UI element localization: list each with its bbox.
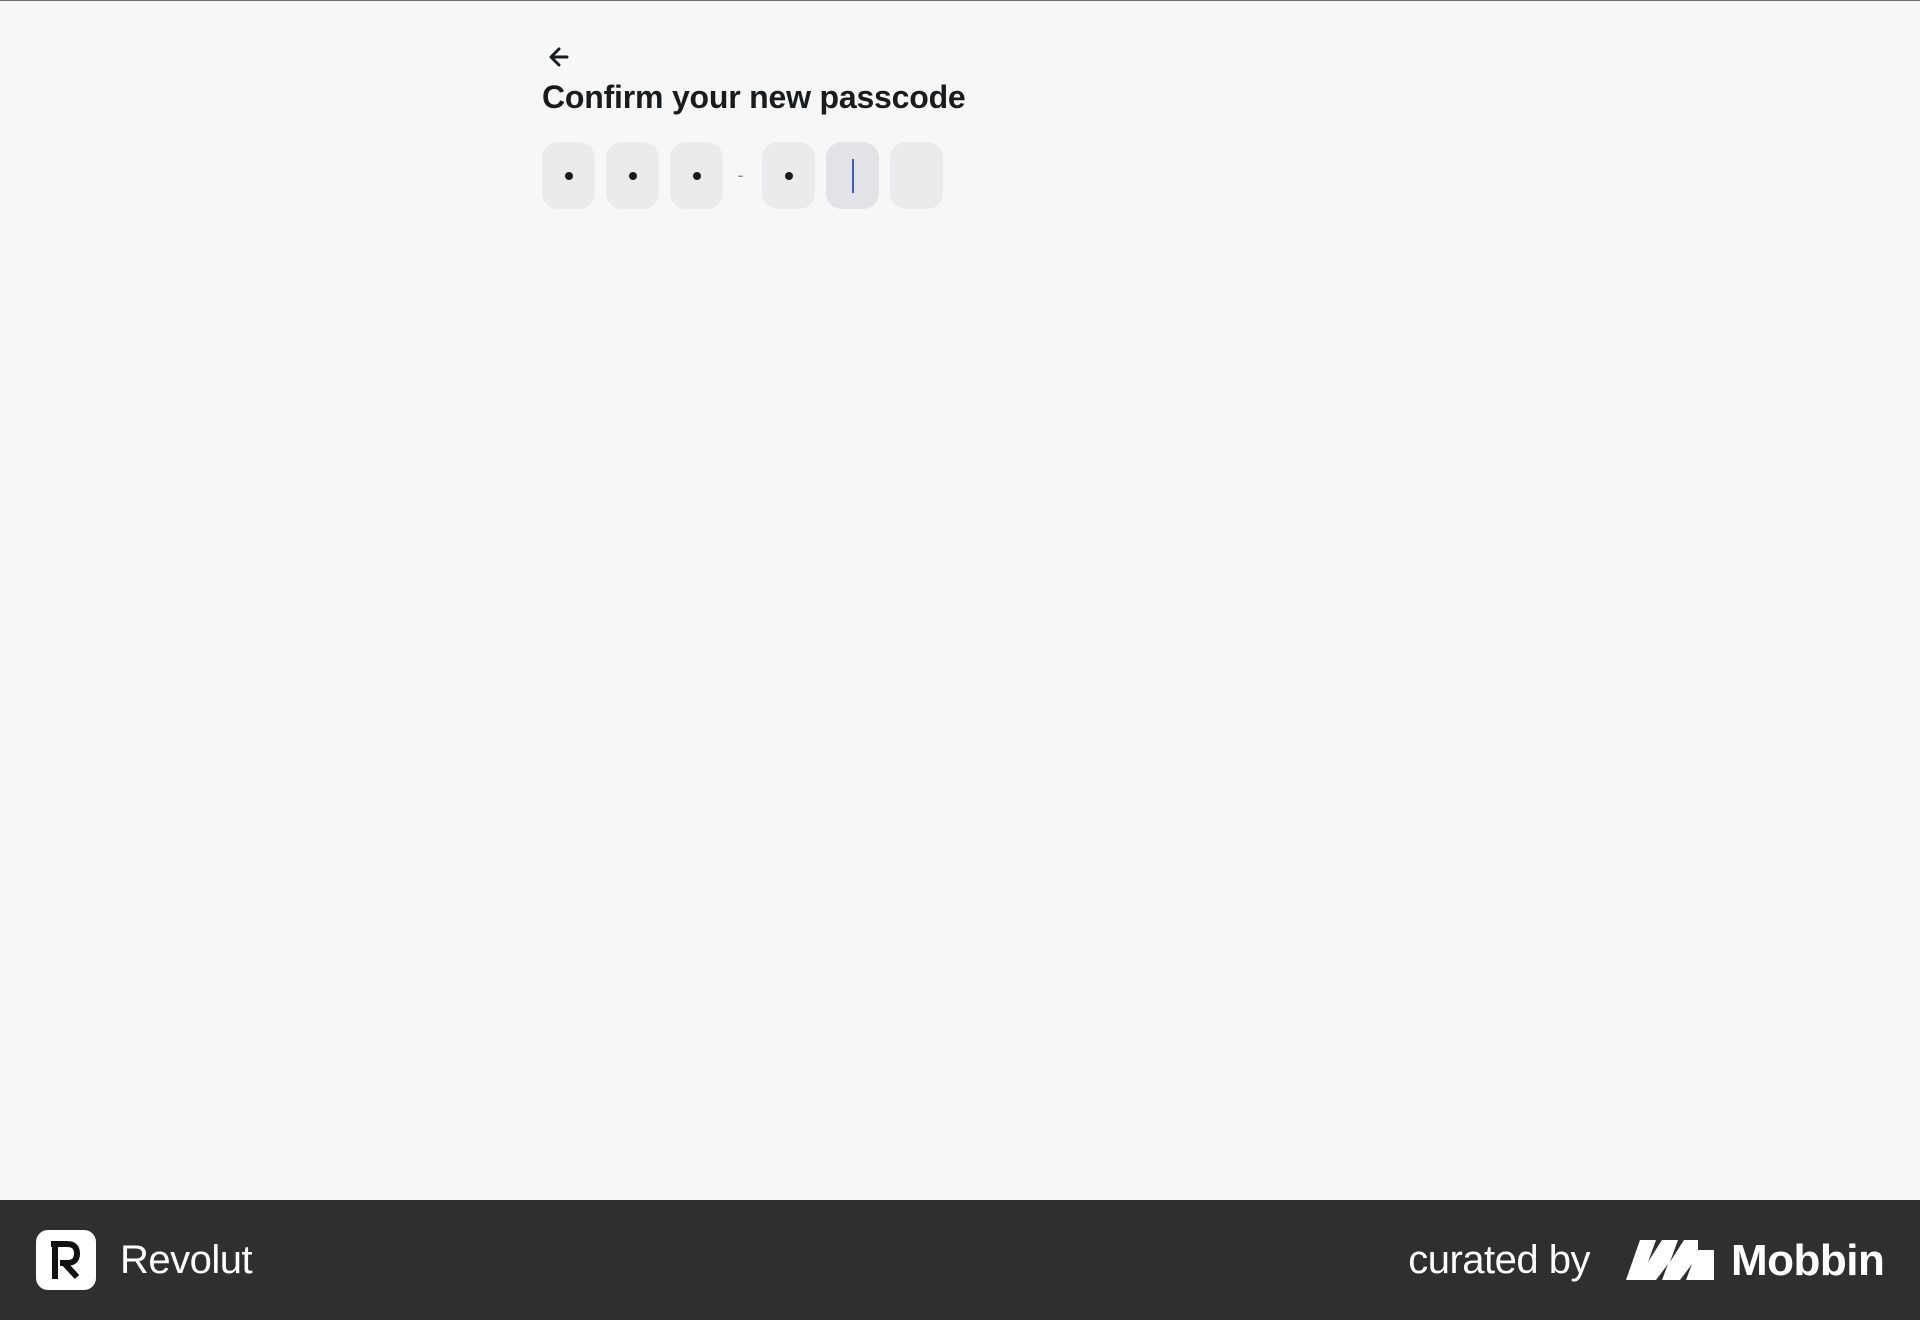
text-caret xyxy=(851,158,854,193)
passcode-digit-1[interactable] xyxy=(542,142,595,209)
back-button[interactable] xyxy=(540,39,576,75)
curated-by-label: curated by xyxy=(1408,1238,1590,1282)
passcode-separator: - xyxy=(737,165,744,185)
passcode-digit-2[interactable] xyxy=(606,142,659,209)
brand-name: Revolut xyxy=(120,1238,253,1282)
curator-name: Mobbin xyxy=(1731,1236,1885,1285)
back-arrow-icon xyxy=(549,47,569,67)
passcode-digit-5[interactable] xyxy=(826,142,879,209)
mobbin-logo-icon xyxy=(1626,1240,1714,1280)
passcode-input[interactable]: - xyxy=(542,142,954,209)
revolut-logo-icon xyxy=(36,1230,96,1290)
filled-dot-icon xyxy=(692,171,701,180)
passcode-digit-3[interactable] xyxy=(670,142,723,209)
passcode-digit-4[interactable] xyxy=(762,142,815,209)
passcode-digit-6[interactable] xyxy=(890,142,943,209)
footer-bar: Revolut curated by Mobbin xyxy=(0,1200,1920,1320)
page-title: Confirm your new passcode xyxy=(542,79,966,115)
filled-dot-icon xyxy=(628,171,637,180)
filled-dot-icon xyxy=(564,171,573,180)
passcode-screen: Confirm your new passcode - xyxy=(0,1,1920,1200)
filled-dot-icon xyxy=(784,171,793,180)
